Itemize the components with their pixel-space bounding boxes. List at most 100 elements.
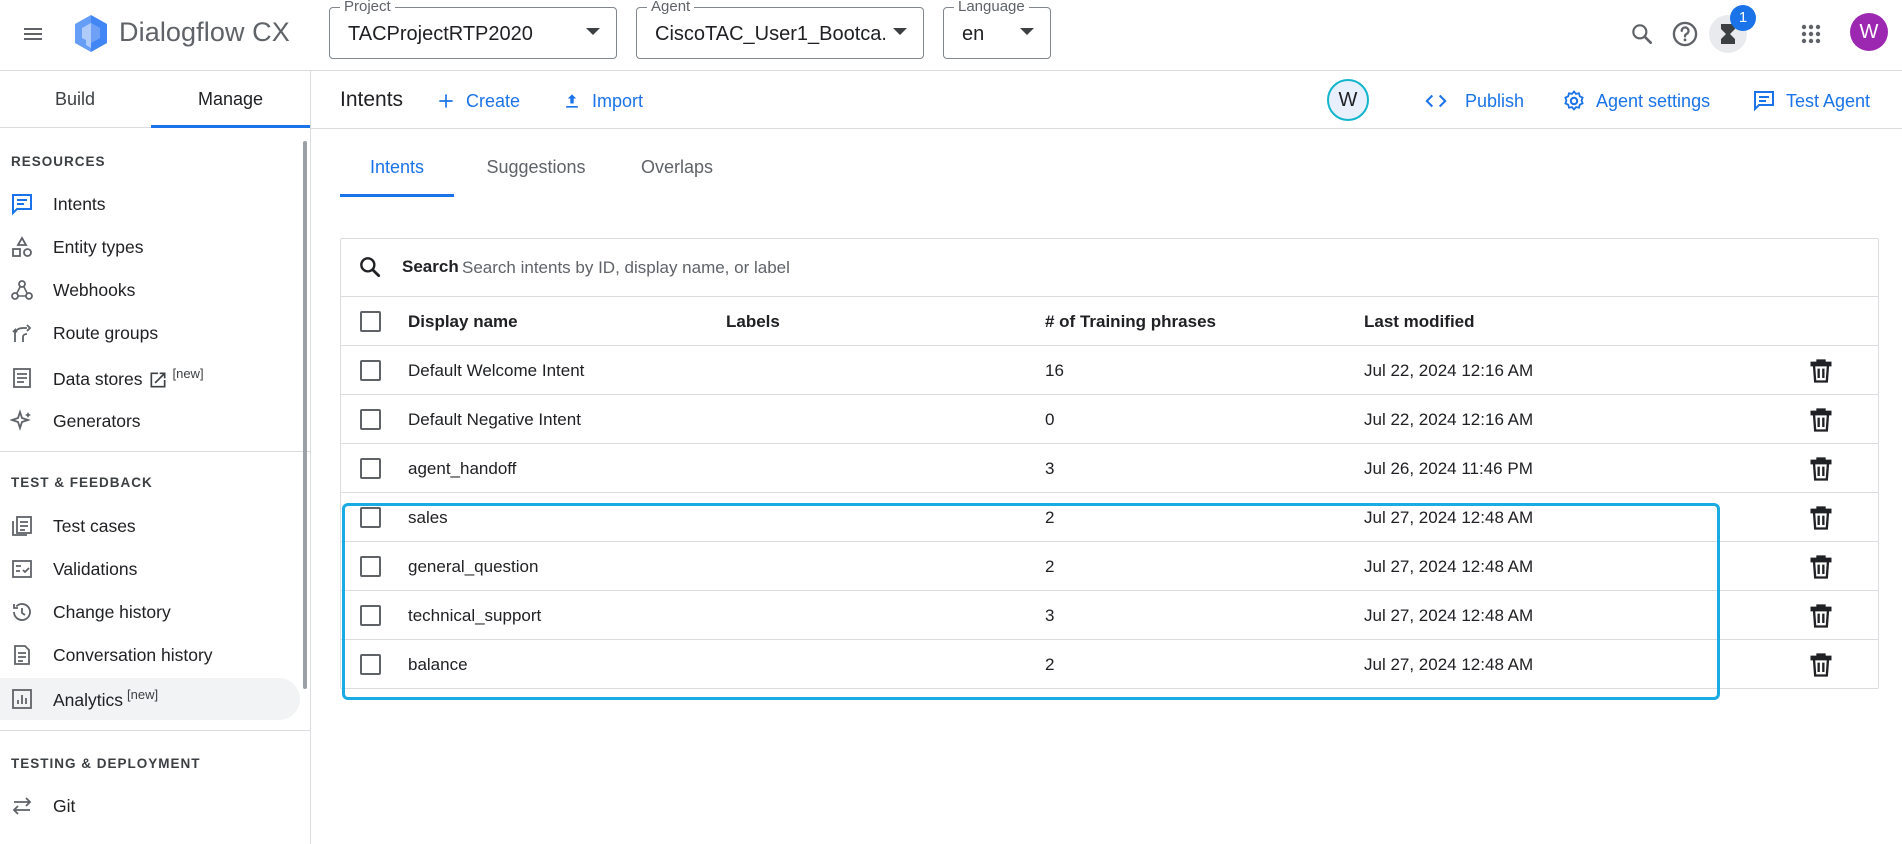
sidebar-item-change-history[interactable]: Change history [0,591,300,633]
sidebar-item-label: Conversation history [53,644,213,665]
delete-icon[interactable] [1807,357,1835,385]
intent-name[interactable]: general_question [408,557,538,577]
analytics-icon [12,689,32,709]
search-bar: Search [341,239,1878,297]
training-phrases-count: 0 [1045,410,1055,429]
sidebar-item-data-stores[interactable]: Data stores [new] [0,357,300,399]
table-row[interactable]: sales 2 Jul 27, 2024 12:48 AM [341,493,1878,542]
agent-value: CiscoTAC_User1_Bootca... [655,23,885,45]
delete-icon[interactable] [1807,455,1835,483]
user-avatar[interactable]: W [1850,13,1888,51]
language-selector[interactable]: Language en [943,0,1051,59]
import-button[interactable]: Import [562,85,643,117]
agent-settings-button[interactable]: Agent settings [1562,85,1710,117]
column-header-last-modified[interactable]: Last modified [1364,312,1475,332]
sidebar-item-intents[interactable]: Intents [0,183,300,225]
intents-icon [12,194,32,216]
sidebar-item-label: Route groups [53,322,159,343]
last-modified: Jul 22, 2024 12:16 AM [1364,410,1534,429]
table-row[interactable]: balance 2 Jul 27, 2024 12:48 AM [341,640,1878,689]
search-icon[interactable] [1623,15,1661,53]
sidebar-item-label: Analytics [new] [53,687,158,711]
dropdown-arrow-icon [586,28,600,35]
training-phrases-count: 16 [1045,361,1064,380]
section-title-resources: RESOURCES [11,154,106,169]
new-badge: [new] [127,687,159,703]
row-checkbox[interactable] [360,556,381,577]
delete-icon[interactable] [1807,651,1835,679]
intent-name[interactable]: technical_support [408,606,541,626]
intent-name[interactable]: Default Negative Intent [408,410,581,430]
tab-suggestions[interactable]: Suggestions [474,145,598,197]
sidebar-item-route-groups[interactable]: Route groups [0,312,300,354]
git-icon [12,797,32,815]
tab-build[interactable]: Build [0,71,150,128]
table-row[interactable]: technical_support 3 Jul 27, 2024 12:48 A… [341,591,1878,640]
table-row[interactable]: Default Negative Intent 0 Jul 22, 2024 1… [341,395,1878,444]
row-checkbox[interactable] [360,654,381,675]
publish-button[interactable]: Publish [1423,85,1524,117]
search-input[interactable] [462,251,1162,285]
project-label: Project [340,0,395,15]
select-all-checkbox[interactable] [360,311,381,332]
page-header: Intents Create Import W Publish Agent se… [311,71,1902,129]
notification-badge: 1 [1730,5,1756,31]
data-stores-icon [13,368,31,388]
sidebar-item-git[interactable]: Git [0,785,300,827]
row-checkbox[interactable] [360,605,381,626]
intent-name[interactable]: balance [408,655,468,675]
plus-icon [439,94,453,108]
route-groups-icon [12,324,32,342]
row-checkbox[interactable] [360,409,381,430]
collaborator-avatar[interactable]: W [1327,79,1369,121]
intents-table-card: Search Display name Labels # of Training… [340,238,1879,689]
sidebar-item-validations[interactable]: Validations [0,548,300,590]
column-header-training-phrases[interactable]: # of Training phrases [1045,312,1216,332]
row-checkbox[interactable] [360,360,381,381]
agent-settings-label: Agent settings [1596,90,1711,111]
sidebar-item-webhooks[interactable]: Webhooks [0,269,300,311]
sidebar-item-generators[interactable]: Generators [0,400,300,442]
help-icon[interactable] [1666,15,1704,53]
last-modified: Jul 22, 2024 12:16 AM [1364,361,1534,380]
sidebar-item-test-cases[interactable]: Test cases [0,505,300,547]
project-selector[interactable]: Project TACProjectRTP2020 [329,0,617,59]
intent-name[interactable]: Default Welcome Intent [408,361,584,381]
sidebar-item-label: Intents [53,193,106,214]
sidebar-item-analytics[interactable]: Analytics [new] [0,678,300,720]
apps-grid-icon[interactable] [1792,15,1830,53]
sidebar-item-conversation-history[interactable]: Conversation history [0,634,300,676]
import-label: Import [592,90,644,111]
agent-selector[interactable]: Agent CiscoTAC_User1_Bootca... [636,0,924,59]
publish-label: Publish [1465,90,1525,111]
delete-icon[interactable] [1807,504,1835,532]
delete-icon[interactable] [1807,602,1835,630]
tab-manage[interactable]: Manage [151,71,310,128]
menu-icon[interactable] [16,17,50,51]
training-phrases-count: 2 [1045,508,1055,527]
test-agent-button[interactable]: Test Agent [1752,85,1870,117]
upload-icon [566,94,578,108]
row-checkbox[interactable] [360,507,381,528]
delete-icon[interactable] [1807,406,1835,434]
sidebar: Build Manage RESOURCES Intents Entity ty… [0,71,311,844]
sidebar-scrollbar[interactable] [303,141,307,689]
intent-name[interactable]: agent_handoff [408,459,516,479]
create-button[interactable]: Create [436,85,520,117]
tab-intents[interactable]: Intents [340,145,454,197]
column-header-labels: Labels [726,312,780,331]
intent-name[interactable]: sales [408,508,448,528]
validations-icon [12,560,32,578]
new-badge: [new] [172,365,204,381]
table-row[interactable]: general_question 2 Jul 27, 2024 12:48 AM [341,542,1878,591]
column-header-display-name[interactable]: Display name [408,312,518,332]
open-external-icon [150,372,166,388]
row-checkbox[interactable] [360,458,381,479]
sidebar-item-label: Webhooks [53,279,136,300]
delete-icon[interactable] [1807,553,1835,581]
search-icon [360,257,381,278]
table-row[interactable]: Default Welcome Intent 16 Jul 22, 2024 1… [341,346,1878,395]
sidebar-item-entity-types[interactable]: Entity types [0,226,300,268]
table-row[interactable]: agent_handoff 3 Jul 26, 2024 11:46 PM [341,444,1878,493]
tab-overlaps[interactable]: Overlaps [620,145,734,197]
